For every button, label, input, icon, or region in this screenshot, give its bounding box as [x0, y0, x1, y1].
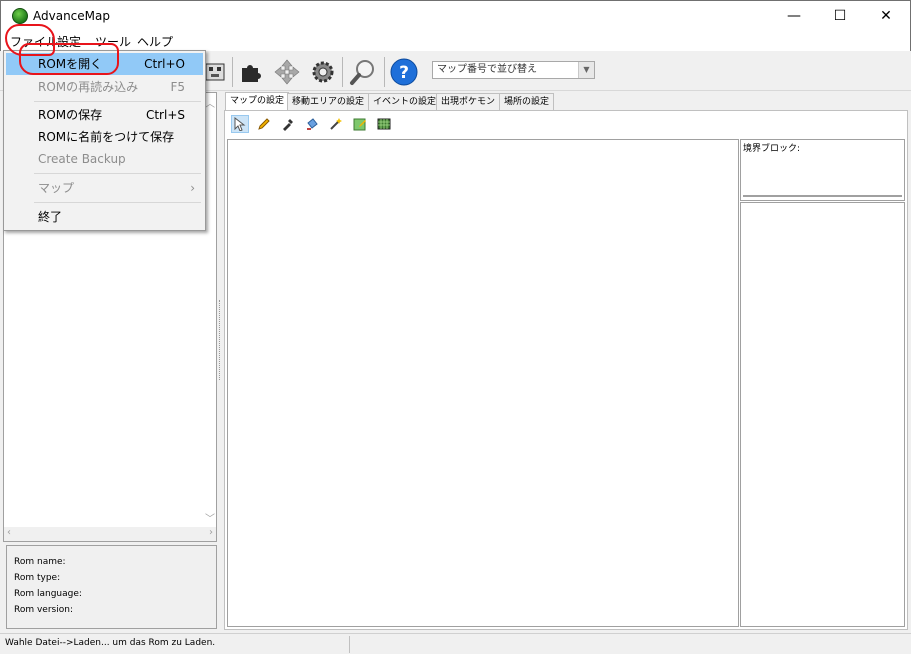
- fill-bucket-icon[interactable]: [303, 115, 321, 133]
- tab-location-settings[interactable]: 場所の設定: [499, 93, 555, 110]
- minimize-button[interactable]: —: [771, 1, 817, 31]
- tab-event-settings[interactable]: イベントの設定: [368, 93, 442, 110]
- block-palette[interactable]: [740, 202, 905, 627]
- panel-splitter[interactable]: [219, 300, 222, 380]
- tab-movement-settings[interactable]: 移動エリアの設定: [287, 93, 370, 110]
- magic-wand-icon[interactable]: [327, 115, 345, 133]
- tab-wild-pokemon[interactable]: 出現ポケモン: [436, 93, 501, 110]
- puzzle-icon[interactable]: [236, 57, 266, 87]
- rom-version-label: Rom version:: [14, 605, 73, 615]
- edit-map-icon[interactable]: [351, 115, 369, 133]
- border-block-divider: [743, 195, 902, 197]
- magnifier-icon[interactable]: [348, 57, 378, 87]
- window-title: AdvanceMap: [33, 9, 110, 23]
- shortcut-label: Ctrl+S: [145, 108, 185, 122]
- menu-separator: [34, 173, 201, 174]
- svg-text:?: ?: [399, 63, 409, 83]
- sort-select[interactable]: マップ番号で並び替え ▼: [432, 61, 595, 79]
- scroll-up-icon[interactable]: ︿: [205, 95, 215, 110]
- sort-select-value: マップ番号で並び替え: [437, 64, 537, 75]
- toolbar-separator: [342, 57, 343, 87]
- maximize-button[interactable]: ☐: [817, 1, 863, 31]
- tab-map-settings[interactable]: マップの設定: [225, 92, 290, 110]
- toolbar-separator: [384, 57, 385, 87]
- rom-language-label: Rom language:: [14, 589, 82, 599]
- shortcut-label: Ctrl+O: [144, 57, 185, 71]
- chevron-down-icon[interactable]: ▼: [578, 62, 594, 78]
- status-bar: Wahle Datei-->Laden... um das Rom zu Lad…: [0, 633, 911, 654]
- file-menu-dropdown: ROMを開く Ctrl+O ROMの再読み込み F5 ROMの保存 Ctrl+S…: [3, 50, 206, 231]
- rom-type-label: Rom type:: [14, 573, 61, 583]
- toolbar-separator: [232, 57, 233, 87]
- menu-reload-rom[interactable]: ROMの再読み込み F5: [6, 76, 203, 98]
- status-divider: [349, 636, 350, 653]
- menu-help[interactable]: ヘルプ: [137, 33, 173, 50]
- move-arrows-icon[interactable]: [272, 57, 302, 87]
- title-bar: AdvanceMap — ☐ ✕: [0, 0, 911, 31]
- help-icon[interactable]: ?: [389, 57, 419, 87]
- menu-bar: ファイル 設定 ツール ヘルプ: [0, 31, 911, 51]
- close-button[interactable]: ✕: [863, 1, 909, 31]
- grid-icon[interactable]: [375, 115, 393, 133]
- menu-separator: [34, 101, 201, 102]
- menu-map-submenu[interactable]: マップ ›: [6, 177, 203, 199]
- menu-separator: [34, 202, 201, 203]
- rom-info-panel: Rom name: Rom type: Rom language: Rom ve…: [6, 545, 217, 629]
- status-text: Wahle Datei-->Laden... um das Rom zu Lad…: [5, 638, 216, 648]
- border-block-label: 境界ブロック:: [743, 144, 801, 154]
- eyedropper-icon[interactable]: [279, 115, 297, 133]
- pointer-icon[interactable]: [231, 115, 249, 133]
- scroll-right-icon[interactable]: ›: [209, 527, 213, 538]
- tab-content: 境界ブロック:: [224, 110, 908, 630]
- horizontal-scrollbar[interactable]: ‹ ›: [4, 527, 216, 541]
- gear-icon[interactable]: [308, 57, 338, 87]
- chevron-right-icon: ›: [190, 181, 195, 195]
- shortcut-label: F5: [170, 80, 185, 94]
- scroll-down-icon[interactable]: ﹀: [205, 510, 215, 525]
- rom-name-label: Rom name:: [14, 557, 66, 567]
- annotation-circle-open-rom: [19, 43, 119, 75]
- menu-save-rom-as[interactable]: ROMに名前をつけて保存: [6, 126, 203, 148]
- scroll-left-icon[interactable]: ‹: [7, 527, 11, 538]
- map-canvas[interactable]: [227, 139, 739, 627]
- menu-exit[interactable]: 終了: [6, 206, 203, 228]
- app-icon: [12, 8, 28, 24]
- menu-create-backup[interactable]: Create Backup: [6, 148, 203, 170]
- menu-save-rom[interactable]: ROMの保存 Ctrl+S: [6, 104, 203, 126]
- pencil-icon[interactable]: [255, 115, 273, 133]
- border-block-panel[interactable]: 境界ブロック:: [740, 139, 905, 201]
